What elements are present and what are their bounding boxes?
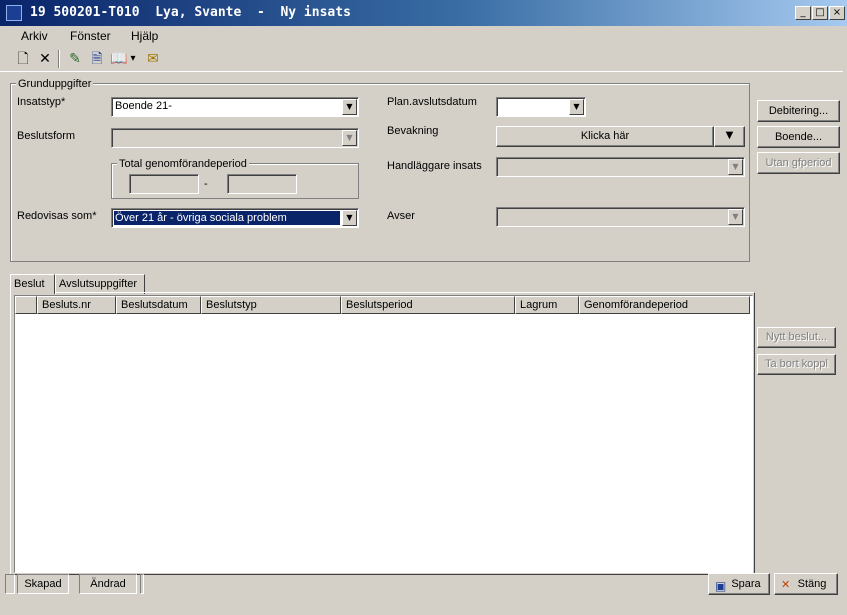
toolbar-separator <box>58 50 60 68</box>
column-header-select[interactable] <box>15 296 37 314</box>
status-divider <box>140 574 144 594</box>
status-skapad: Skapad <box>17 574 69 594</box>
mail-icon[interactable]: ✉ <box>144 50 162 68</box>
menu-bar <box>0 26 847 46</box>
chevron-down-icon[interactable]: ▼ <box>728 209 743 225</box>
chevron-down-icon[interactable]: ▼ <box>342 99 357 115</box>
column-header-lagrum[interactable]: Lagrum <box>515 296 579 314</box>
edit-icon[interactable]: ✎ <box>66 50 84 68</box>
status-andrad: Ändrad <box>79 574 137 594</box>
utan-gfperiod-button[interactable]: Utan gfperiod <box>757 152 840 174</box>
bevakning-button[interactable]: Klicka här <box>496 126 714 147</box>
redovisas-combo[interactable]: Över 21 år - övriga sociala problem ▼ <box>111 208 359 228</box>
column-header-genomforandeperiod[interactable]: Genomförandeperiod <box>579 296 750 314</box>
nytt-beslut-button[interactable]: Nytt beslut... <box>757 327 836 348</box>
column-header-besluts-nr[interactable]: Besluts.nr <box>37 296 116 314</box>
column-header-beslutstyp[interactable]: Beslutstyp <box>201 296 341 314</box>
chevron-down-icon[interactable]: ▼ <box>728 159 743 175</box>
ta-bort-koppl-button[interactable]: Ta bort koppl <box>757 354 836 375</box>
window-title: 19 500201-T010 Lya, Svante - Ny insats <box>30 5 351 20</box>
delete-icon[interactable]: ✕ <box>36 50 54 68</box>
handlaggare-label: Handläggare insats <box>387 160 482 172</box>
period-dash: - <box>204 178 208 190</box>
insatstyp-combo[interactable]: Boende 21- ▼ <box>111 97 359 117</box>
bevakning-label: Bevakning <box>387 125 439 137</box>
chevron-down-icon[interactable]: ▼ <box>569 99 584 115</box>
chevron-down-icon[interactable]: ▼ <box>342 210 357 226</box>
redovisas-value: Över 21 år - övriga sociala problem <box>114 211 340 225</box>
save-icon: ▣ <box>715 579 727 593</box>
book-icon[interactable]: 📖 <box>110 50 128 68</box>
new-document-icon[interactable]: 🗋 <box>14 50 32 68</box>
beslutsform-combo[interactable]: ▼ <box>111 128 359 148</box>
debitering-button[interactable]: Debitering... <box>757 100 840 122</box>
close-icon: ✕ <box>781 578 791 591</box>
beslut-grid[interactable] <box>14 295 753 573</box>
plan-avslutsdatum-picker[interactable]: ▼ <box>496 97 586 117</box>
close-button[interactable]: × <box>829 6 845 20</box>
document-icon[interactable]: 🗎 <box>88 50 106 68</box>
menu-fonster[interactable]: Fönster <box>70 29 111 43</box>
minimize-button[interactable]: _ <box>795 6 811 20</box>
stang-button[interactable]: ✕ Stäng <box>774 573 838 595</box>
plan-avslutsdatum-label: Plan.avslutsdatum <box>387 96 477 108</box>
stang-label: Stäng <box>797 578 827 590</box>
book-dropdown-icon[interactable]: ▾ <box>128 50 138 68</box>
period-legend: Total genomförandeperiod <box>117 158 249 170</box>
beslutsform-label: Beslutsform <box>17 130 76 142</box>
tab-beslut[interactable]: Beslut <box>10 274 55 294</box>
redovisas-label: Redovisas som* <box>17 210 97 222</box>
menu-arkiv[interactable]: Arkiv <box>21 29 48 43</box>
column-header-beslutsdatum[interactable]: Beslutsdatum <box>116 296 201 314</box>
boende-button[interactable]: Boende... <box>757 126 840 148</box>
avser-combo[interactable]: ▼ <box>496 207 745 227</box>
period-from-field[interactable] <box>129 174 199 194</box>
app-icon <box>6 5 22 21</box>
maximize-button[interactable]: □ <box>812 6 828 20</box>
tab-avslutsuppgifter[interactable]: Avslutsuppgifter <box>55 274 145 294</box>
handlaggare-combo[interactable]: ▼ <box>496 157 745 177</box>
menu-hjalp[interactable]: Hjälp <box>131 29 158 43</box>
spara-label: Spara <box>731 578 761 590</box>
bevakning-dropdown-icon[interactable]: ▼ <box>714 126 745 147</box>
grunduppgifter-legend: Grunduppgifter <box>16 78 94 90</box>
insatstyp-label: Insatstyp* <box>17 96 66 108</box>
period-to-field[interactable] <box>227 174 297 194</box>
status-grip <box>5 574 15 594</box>
chevron-down-icon[interactable]: ▼ <box>342 130 357 146</box>
avser-label: Avser <box>387 210 415 222</box>
insatstyp-value: Boende 21- <box>115 100 172 112</box>
column-header-beslutsperiod[interactable]: Beslutsperiod <box>341 296 515 314</box>
spara-button[interactable]: ▣ Spara <box>708 573 770 595</box>
